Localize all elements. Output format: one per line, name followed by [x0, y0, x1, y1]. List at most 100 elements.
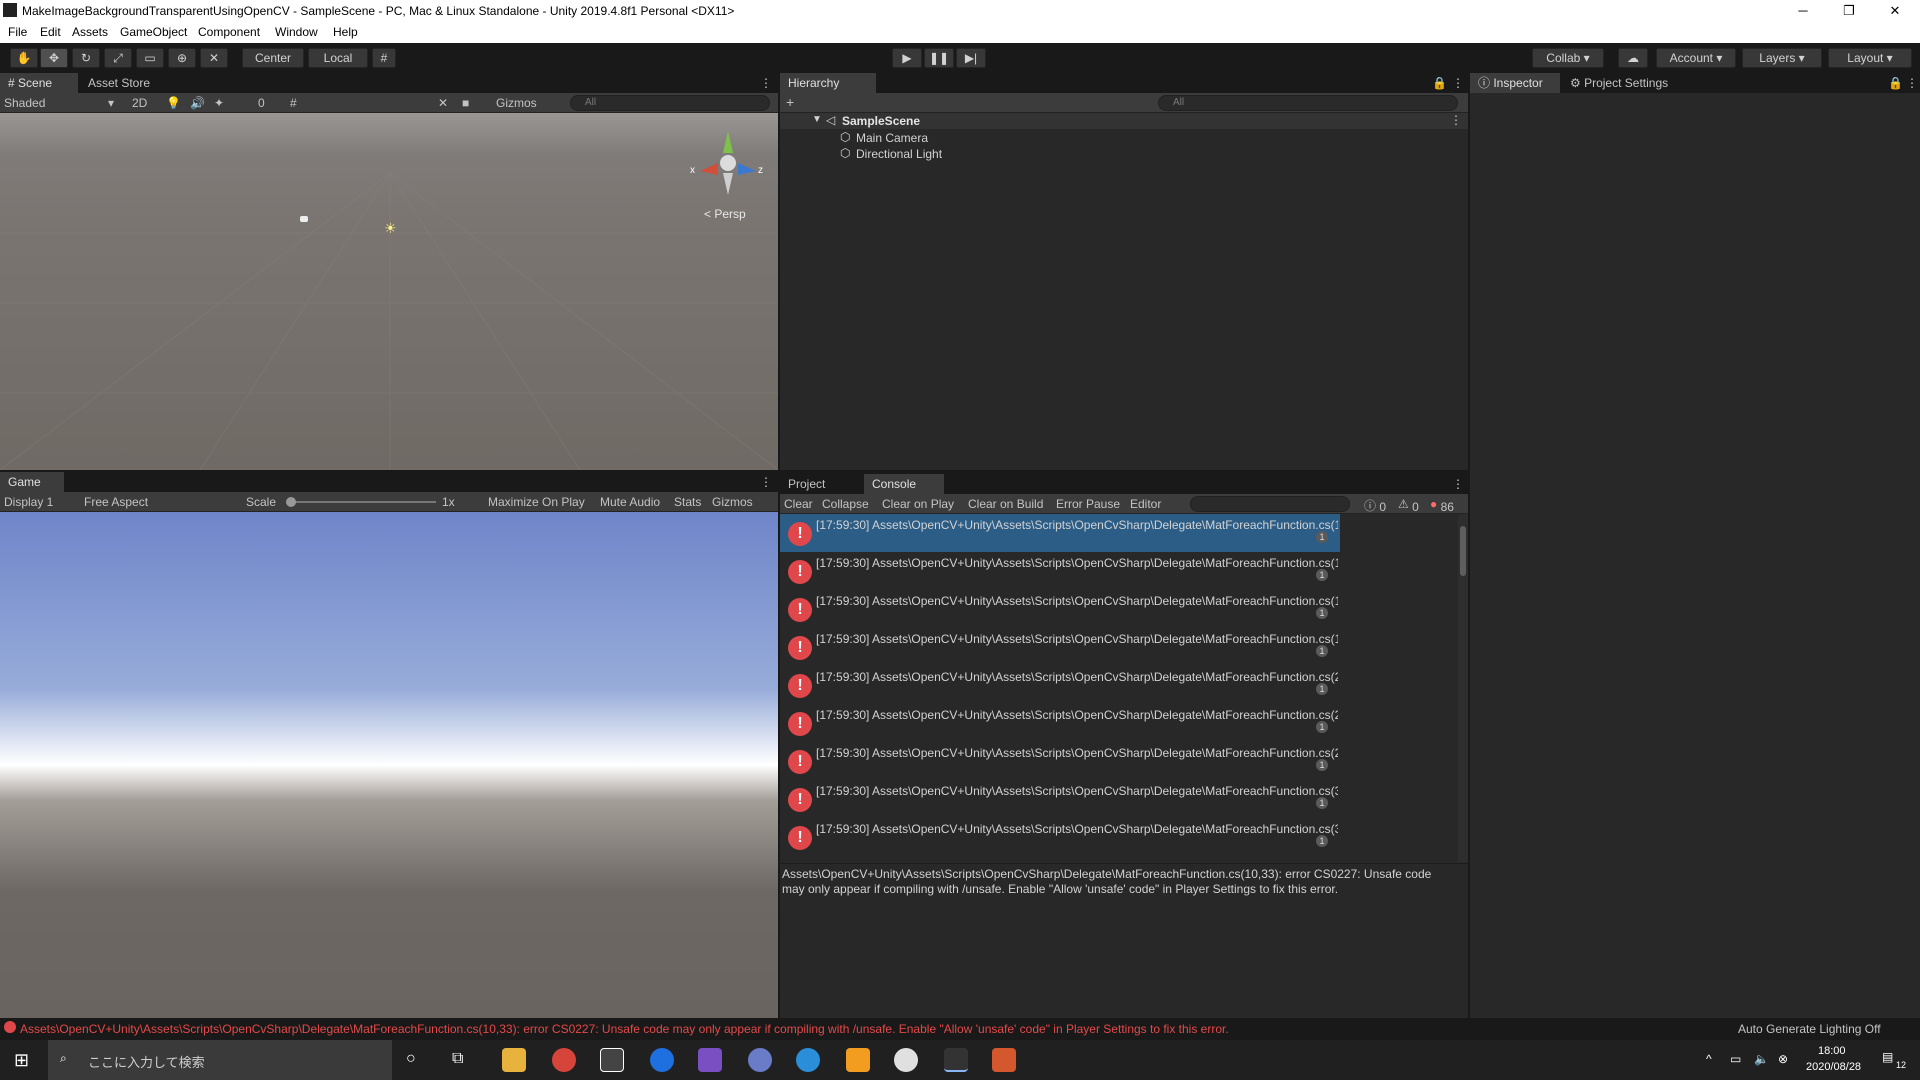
unity-editor-icon[interactable] [944, 1048, 968, 1072]
hidden-objects-count[interactable]: 0 [258, 96, 265, 110]
pause-button[interactable]: ❚❚ [924, 48, 954, 68]
custom-tool-icon[interactable]: ✕ [200, 48, 228, 68]
tab-project[interactable]: Project [780, 474, 860, 494]
scene-view[interactable]: ☀ x z < Persp [0, 113, 778, 470]
step-button[interactable]: ▶| [956, 48, 986, 68]
task-view-icon[interactable]: ⧉ [452, 1050, 463, 1068]
scale-slider-handle[interactable] [286, 497, 296, 507]
scene-search-input[interactable]: All [570, 95, 770, 111]
error-count-toggle[interactable]: ● 86 [1430, 497, 1454, 514]
log-entry[interactable]: ! [17:59:30] Assets\OpenCV+Unity\Assets\S… [780, 780, 1340, 818]
grid-snap-icon[interactable]: # [372, 48, 396, 68]
scale-tool-icon[interactable]: ⤢ [104, 48, 132, 68]
account-dropdown[interactable]: Account ▾ [1656, 48, 1736, 68]
grid-icon[interactable]: # [290, 96, 297, 110]
2d-toggle[interactable]: 2D [132, 96, 147, 110]
camera-gizmo-icon[interactable] [300, 216, 308, 222]
layers-dropdown[interactable]: Layers ▾ [1742, 48, 1822, 68]
minimize-button[interactable]: ─ [1780, 0, 1826, 22]
maps-icon[interactable] [650, 1048, 674, 1072]
tab-inspector[interactable]: ⓘ Inspector [1470, 73, 1560, 93]
editor-dropdown[interactable]: Editor [1130, 497, 1161, 511]
hierarchy-search-input[interactable]: All [1158, 95, 1458, 111]
document-app-icon[interactable] [992, 1048, 1016, 1072]
kebab-menu-icon[interactable]: ⋮ [1450, 113, 1462, 127]
tab-console[interactable]: Console [864, 474, 944, 494]
collapse-toggle[interactable]: Collapse [822, 497, 869, 511]
clock-date[interactable]: 2020/08/28 [1806, 1061, 1861, 1073]
taskbar-search[interactable]: ⌕ ここに入力して検索 [48, 1040, 392, 1080]
display-dropdown[interactable]: Display 1 [4, 495, 53, 509]
chrome-icon[interactable] [552, 1048, 576, 1072]
log-entry[interactable]: ! [17:59:30] Assets\OpenCV+Unity\Assets\S… [780, 742, 1340, 780]
lighting-status[interactable]: Auto Generate Lighting Off [1738, 1022, 1881, 1036]
play-button[interactable]: ▶ [892, 48, 922, 68]
log-entry[interactable]: ! [17:59:30] Assets\OpenCV+Unity\Assets\S… [780, 514, 1340, 552]
mute-audio-toggle[interactable]: Mute Audio [600, 495, 660, 509]
gizmos-dropdown[interactable]: Gizmos [712, 495, 753, 509]
shading-dropdown[interactable]: Shaded [4, 96, 45, 110]
game-view[interactable] [0, 512, 778, 1018]
tab-hierarchy[interactable]: Hierarchy [780, 73, 876, 93]
ime-icon[interactable]: ⊗ [1778, 1052, 1788, 1066]
collab-button[interactable]: Collab ▾ [1532, 48, 1604, 68]
lock-icon[interactable]: 🔒 [1888, 76, 1903, 90]
scale-slider[interactable] [288, 501, 436, 503]
cortana-icon[interactable]: ○ [406, 1050, 416, 1068]
light-gizmo-icon[interactable]: ☀ [384, 220, 397, 237]
layout-dropdown[interactable]: Layout ▾ [1828, 48, 1912, 68]
tab-project-settings[interactable]: ⚙ Project Settings [1562, 73, 1682, 93]
scene-root-row[interactable]: ▼ ◁ SampleScene ⋮ [780, 113, 1468, 129]
audio-icon[interactable]: 🔊 [190, 96, 205, 110]
add-object-button[interactable]: + [786, 94, 794, 110]
log-entry[interactable]: ! [17:59:30] Assets\OpenCV+Unity\Assets\S… [780, 628, 1340, 666]
sublime-text-icon[interactable] [846, 1048, 870, 1072]
kebab-menu-icon[interactable]: ⋮ [760, 475, 772, 489]
kebab-menu-icon[interactable]: ⋮ [1452, 76, 1464, 90]
status-message[interactable]: Assets\OpenCV+Unity\Assets\Scripts\OpenC… [20, 1022, 1360, 1036]
maximize-on-play-toggle[interactable]: Maximize On Play [488, 495, 585, 509]
info-count-toggle[interactable]: ⓘ 0 [1364, 497, 1386, 514]
log-entry[interactable]: ! [17:59:30] Assets\OpenCV+Unity\Assets\S… [780, 552, 1340, 590]
orientation-gizmo[interactable] [688, 123, 768, 203]
clear-on-play-toggle[interactable]: Clear on Play [882, 497, 954, 511]
transform-tool-icon[interactable]: ⊕ [168, 48, 196, 68]
kebab-menu-icon[interactable]: ⋮ [1906, 76, 1918, 90]
edge-icon[interactable] [796, 1048, 820, 1072]
clear-button[interactable]: Clear [784, 497, 813, 511]
tab-asset-store[interactable]: Asset Store [80, 73, 180, 93]
menu-help[interactable]: Help [333, 25, 358, 39]
menu-edit[interactable]: Edit [40, 25, 61, 39]
chevron-up-icon[interactable]: ^ [1706, 1052, 1712, 1066]
kebab-menu-icon[interactable]: ⋮ [1452, 477, 1464, 491]
lock-icon[interactable]: 🔒 [1432, 76, 1447, 90]
app-icon[interactable] [748, 1048, 772, 1072]
expand-arrow-icon[interactable]: ▼ [812, 114, 822, 125]
menu-assets[interactable]: Assets [72, 25, 108, 39]
tools-icon[interactable]: ✕ [438, 96, 448, 110]
close-button[interactable]: ✕ [1872, 0, 1918, 22]
hand-tool-icon[interactable]: ✋ [10, 48, 38, 68]
gizmos-dropdown[interactable]: Gizmos [496, 96, 537, 110]
clock-time[interactable]: 18:00 [1818, 1045, 1846, 1057]
log-entry[interactable]: ! [17:59:30] Assets\OpenCV+Unity\Assets\S… [780, 818, 1340, 856]
log-entry[interactable]: ! [17:59:30] Assets\OpenCV+Unity\Assets\S… [780, 704, 1340, 742]
menu-window[interactable]: Window [275, 25, 318, 39]
rect-tool-icon[interactable]: ▭ [136, 48, 164, 68]
lighting-icon[interactable]: 💡 [166, 96, 181, 110]
console-search-input[interactable] [1190, 496, 1350, 512]
notification-icon[interactable]: ▤ [1882, 1050, 1893, 1064]
menu-file[interactable]: File [8, 25, 27, 39]
tab-game[interactable]: Game [0, 472, 64, 492]
error-pause-toggle[interactable]: Error Pause [1056, 497, 1120, 511]
kebab-menu-icon[interactable]: ⋮ [760, 76, 772, 90]
pivot-center-button[interactable]: Center [242, 48, 304, 68]
warning-count-toggle[interactable]: ⚠ 0 [1398, 497, 1419, 514]
volume-icon[interactable]: 🔈 [1754, 1052, 1769, 1066]
persp-label[interactable]: < Persp [704, 207, 746, 221]
menu-component[interactable]: Component [198, 25, 260, 39]
hierarchy-item[interactable]: ⬡ Directional Light [780, 146, 1468, 162]
menu-gameobject[interactable]: GameObject [120, 25, 187, 39]
visual-studio-icon[interactable] [698, 1048, 722, 1072]
log-scrollbar[interactable] [1458, 514, 1468, 862]
